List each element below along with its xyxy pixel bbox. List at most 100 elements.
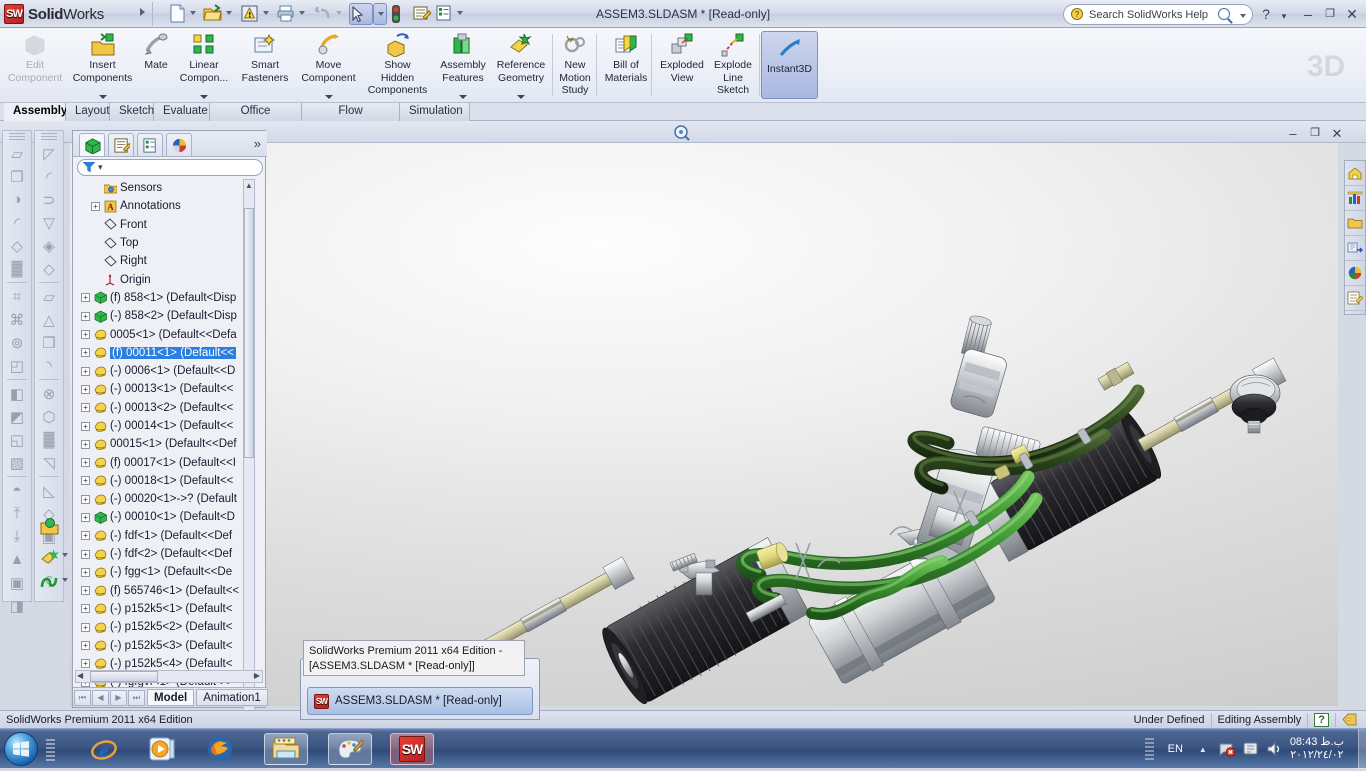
- ribbon-button-explode-line[interactable]: ExplodeLineSketch: [706, 28, 760, 103]
- view-palette-icon[interactable]: [1345, 236, 1365, 261]
- tree-expand-plus-icon[interactable]: +: [81, 495, 90, 504]
- ribbon-button-show-hidden[interactable]: ShowHiddenComponents: [362, 28, 433, 103]
- toolbar-command-icon[interactable]: ▱: [4, 142, 30, 165]
- ribbon-button-insert-components[interactable]: InsertComponents: [66, 28, 139, 103]
- tree-expand-plus-icon[interactable]: +: [81, 641, 90, 650]
- tree-item[interactable]: Top: [75, 234, 255, 252]
- scroll-thumb[interactable]: [244, 208, 254, 458]
- animation-nav-button[interactable]: ◀: [92, 690, 109, 706]
- open-document-caret-icon[interactable]: [226, 11, 232, 15]
- show-desktop-button[interactable]: [1358, 729, 1366, 769]
- toolbar-command-icon[interactable]: ◈: [36, 234, 62, 257]
- tab-layout[interactable]: Layout: [66, 103, 110, 121]
- toolbar-command-icon[interactable]: ▓: [4, 257, 30, 280]
- ribbon-button-linear-compon[interactable]: LinearCompon...: [174, 28, 234, 103]
- search-caret-icon[interactable]: [1240, 14, 1246, 18]
- start-button[interactable]: [4, 732, 38, 766]
- tree-expand-plus-icon[interactable]: +: [81, 586, 90, 595]
- tree-item[interactable]: +(-) 00010<1> (Default<D: [75, 508, 255, 526]
- print-caret-icon[interactable]: [299, 11, 305, 15]
- left-toolbar-primary[interactable]: ▱❐◑◜◇▓⌗⌘⊚◰◧◩◱▧◓⤒⤓▲▣◨: [2, 130, 32, 602]
- minimize-button[interactable]: –: [1300, 6, 1316, 22]
- design-library-icon[interactable]: [1345, 186, 1365, 211]
- tree-item[interactable]: +(-) fdf<2> (Default<<Def: [75, 545, 255, 563]
- taskbar-windows-media-player[interactable]: [140, 733, 184, 765]
- toolbar-command-icon[interactable]: ⌘: [4, 308, 30, 331]
- toolbar-command-icon[interactable]: ⬡: [36, 405, 62, 428]
- tree-item[interactable]: +(f) 858<1> (Default<Disp: [75, 289, 255, 307]
- property-manager-tab[interactable]: [108, 133, 134, 156]
- tree-expand-plus-icon[interactable]: +: [81, 348, 90, 357]
- tree-item[interactable]: +00015<1> (Default<<Def: [75, 435, 255, 453]
- ribbon-button-assembly-features[interactable]: AssemblyFeatures: [434, 28, 492, 103]
- tree-expand-plus-icon[interactable]: +: [81, 531, 90, 540]
- tree-item[interactable]: +(-) 858<2> (Default<Disp: [75, 307, 255, 325]
- tree-item[interactable]: +(-) p152k5<2> (Default<: [75, 618, 255, 636]
- taskbar-paint[interactable]: [328, 733, 372, 765]
- zoom-to-fit-icon[interactable]: [672, 124, 691, 142]
- reference-geometry-icon[interactable]: [36, 545, 62, 567]
- doc-restore-button[interactable]: ❐: [1308, 126, 1322, 139]
- scroll-up-arrow-icon[interactable]: ▲: [245, 181, 253, 190]
- toolbar-command-icon[interactable]: ⊚: [4, 331, 30, 354]
- tree-expand-plus-icon[interactable]: +: [81, 367, 90, 376]
- search-box[interactable]: ? Search SolidWorks Help: [1063, 4, 1253, 25]
- ribbon-button-exploded-view[interactable]: ExplodedView: [653, 28, 711, 103]
- toolbar-command-icon[interactable]: ⤓: [4, 525, 30, 548]
- tree-item[interactable]: +(-) 00014<1> (Default<<: [75, 417, 255, 435]
- tree-item[interactable]: +(-) 00018<1> (Default<<: [75, 472, 255, 490]
- tab-sketch[interactable]: Sketch: [110, 103, 154, 121]
- display-manager-tab[interactable]: [166, 133, 192, 156]
- feature-manager-filter[interactable]: ▾: [77, 159, 263, 176]
- bottom-tab-animation1[interactable]: Animation1: [196, 689, 268, 706]
- tab-evaluate[interactable]: Evaluate: [154, 103, 210, 121]
- ribbon-button-move-component[interactable]: MoveComponent: [296, 28, 361, 103]
- tree-expand-plus-icon[interactable]: +: [81, 568, 90, 577]
- tree-item[interactable]: +(f) 565746<1> (Default<<: [75, 582, 255, 600]
- curves-caret-icon[interactable]: [62, 578, 68, 582]
- taskbar-clock[interactable]: 08:43 ب.ظ ٢٠١٢/٢٤/٠٢: [1290, 736, 1344, 762]
- tree-item[interactable]: +(-) fgg<1> (Default<<De: [75, 563, 255, 581]
- tree-expand-plus-icon[interactable]: +: [81, 385, 90, 394]
- tree-item[interactable]: +(f) 00011<1> (Default<<: [75, 344, 255, 362]
- toolbar-command-icon[interactable]: ◹: [36, 451, 62, 474]
- new-document-icon[interactable]: [168, 4, 189, 24]
- tree-expand-plus-icon[interactable]: +: [81, 623, 90, 632]
- toolbar-grip[interactable]: [41, 133, 57, 140]
- tree-item[interactable]: Origin: [75, 270, 255, 288]
- tray-language-indicator[interactable]: EN: [1168, 743, 1183, 755]
- volume-speaker-icon[interactable]: [1266, 741, 1284, 757]
- tree-item[interactable]: Right: [75, 252, 255, 270]
- network-error-icon[interactable]: [1218, 741, 1236, 757]
- tree-expand-plus-icon[interactable]: +: [81, 293, 90, 302]
- tree-expand-plus-icon[interactable]: +: [81, 312, 90, 321]
- tree-item[interactable]: +(-) p152k5<3> (Default<: [75, 636, 255, 654]
- toolbar-command-icon[interactable]: ◇: [4, 234, 30, 257]
- toolbar-command-icon[interactable]: ⌗: [4, 285, 30, 308]
- properties-icon[interactable]: [434, 4, 455, 24]
- toolbar-grip[interactable]: [9, 133, 25, 140]
- taskbar-internet-explorer[interactable]: e: [82, 733, 126, 765]
- tab-flow-simulation[interactable]: Flow Simulation: [302, 103, 400, 121]
- tree-item[interactable]: Sensors: [75, 179, 255, 197]
- toolbar-command-icon[interactable]: ▱: [36, 285, 62, 308]
- taskbar-solidworks[interactable]: SW: [390, 733, 434, 765]
- taskbar-mozilla-firefox[interactable]: [198, 733, 242, 765]
- scroll-right-arrow-icon[interactable]: ▶: [254, 671, 260, 680]
- tree-item[interactable]: +(-) p152k5<1> (Default<: [75, 600, 255, 618]
- feature-manager-design-tree-tab[interactable]: [79, 133, 105, 156]
- ribbon-button-caret-icon[interactable]: [459, 95, 467, 99]
- tree-item[interactable]: Front: [75, 216, 255, 234]
- doc-close-button[interactable]: ✕: [1330, 126, 1344, 142]
- ribbon-button-caret-icon[interactable]: [99, 95, 107, 99]
- ribbon-button-reference-geometry[interactable]: ReferenceGeometry: [491, 28, 551, 103]
- tree-item[interactable]: +AAnnotations: [75, 197, 255, 215]
- new-document-caret-icon[interactable]: [190, 11, 196, 15]
- close-button[interactable]: ✕: [1344, 6, 1360, 22]
- tray-grip[interactable]: [1145, 738, 1154, 760]
- restore-button[interactable]: ❐: [1322, 6, 1338, 22]
- tree-item[interactable]: +(-) 00013<1> (Default<<: [75, 380, 255, 398]
- rebuild-icon[interactable]: [240, 4, 261, 24]
- tab-assembly[interactable]: Assembly: [4, 103, 66, 121]
- tree-expand-plus-icon[interactable]: +: [81, 513, 90, 522]
